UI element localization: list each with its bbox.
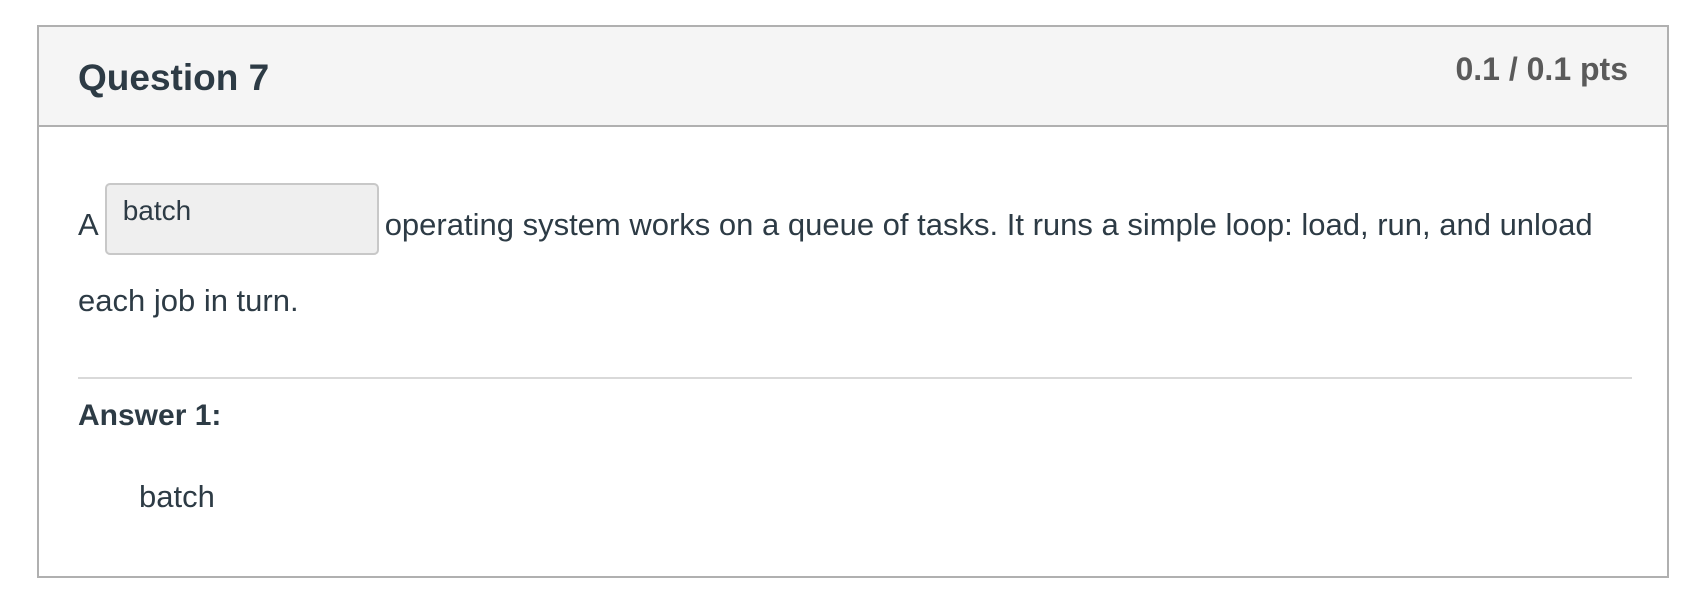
answer-value: batch [139, 479, 215, 514]
question-header: Question 7 0.1 / 0.1 pts [39, 27, 1667, 127]
quiz-question: Question 7 0.1 / 0.1 pts Abatch operating… [37, 25, 1669, 578]
question-title: Question 7 [78, 57, 270, 98]
answer-divider [78, 377, 1632, 379]
answer-blank-input[interactable]: batch [104, 182, 379, 255]
answer-blank-value: batch [122, 194, 192, 226]
question-points: 0.1 / 0.1 pts [1455, 51, 1628, 87]
question-text-before: A [78, 207, 99, 242]
answer-label: Answer 1: [78, 399, 222, 432]
question-text: Abatch operating system works on a queue … [78, 182, 1632, 339]
